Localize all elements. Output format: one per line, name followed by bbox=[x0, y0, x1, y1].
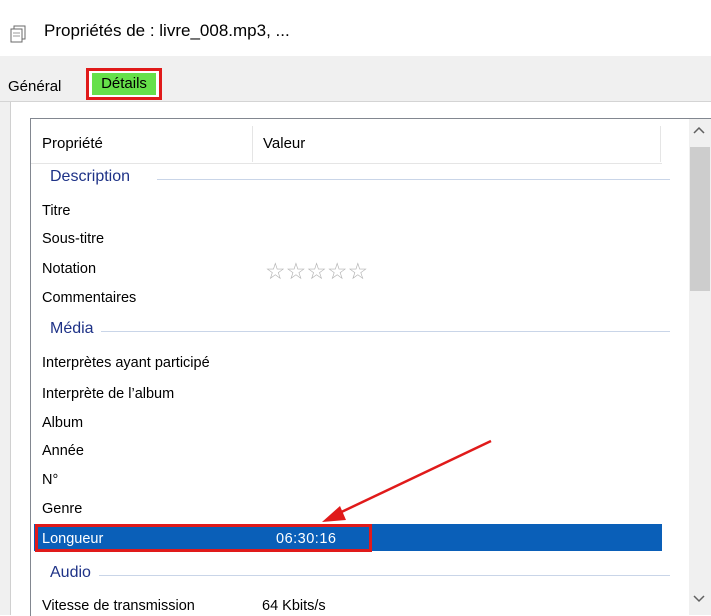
red-arrow-annotation bbox=[322, 439, 492, 522]
